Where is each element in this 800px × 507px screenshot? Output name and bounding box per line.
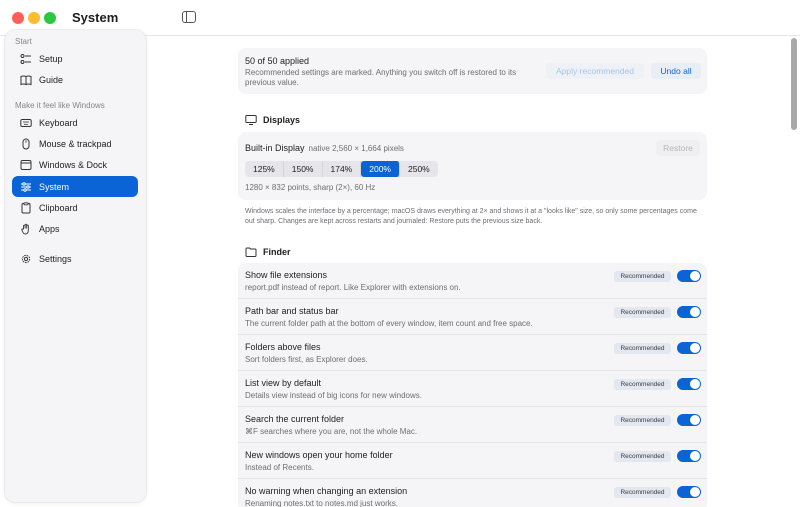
sidebar-item-label: Mouse & trackpad (39, 138, 112, 149)
sliders-icon (20, 181, 32, 193)
scrollbar-thumb[interactable] (791, 38, 797, 130)
sidebar-item-label: Setup (39, 53, 63, 64)
recommended-badge: Recommended (614, 379, 671, 390)
clipboard-icon (20, 201, 32, 214)
finder-heading: Finder (245, 246, 291, 258)
setting-toggle[interactable] (677, 270, 701, 282)
setting-description: The current folder path at the bottom of… (245, 319, 533, 328)
gear-icon (20, 253, 32, 265)
built-in-display-card: Built-in Display native 2,560 × 1,664 pix… (238, 132, 707, 200)
minimize-window-button[interactable] (28, 12, 40, 24)
sidebar-item-settings[interactable]: Settings (12, 248, 138, 269)
setting-description: report.pdf instead of report. Like Explo… (245, 283, 461, 292)
sidebar-item-label: Apps (39, 223, 60, 234)
applied-count: 50 of 50 applied (245, 56, 310, 66)
sidebar-item-mouse-trackpad[interactable]: Mouse & trackpad (12, 133, 138, 154)
setting-title: Show file extensions (245, 270, 328, 280)
setting-title: List view by default (245, 378, 322, 388)
setting-title: No warning when changing an extension (245, 486, 408, 496)
scaling-note: Windows scales the interface by a percen… (245, 208, 697, 225)
recommended-badge: Recommended (614, 415, 671, 426)
setting-row: No warning when changing an extension Re… (238, 479, 707, 507)
close-window-button[interactable] (12, 12, 24, 24)
setting-title: Folders above files (245, 342, 321, 352)
sidebar-item-guide[interactable]: Guide (12, 69, 138, 90)
display-info: 1280 × 832 points, sharp (2×), 60 Hz (245, 183, 376, 192)
scrollbar[interactable] (789, 36, 798, 507)
applied-summary-card: 50 of 50 applied Recommended settings ar… (238, 48, 707, 94)
sidebar-item-label: Clipboard (39, 202, 78, 213)
setting-row: Path bar and status bar The current fold… (238, 299, 707, 335)
sidebar-item-setup[interactable]: Setup (12, 48, 138, 69)
recommended-badge: Recommended (614, 271, 671, 282)
setting-toggle[interactable] (677, 306, 701, 318)
hand-icon (20, 223, 32, 235)
displays-heading-label: Displays (263, 115, 301, 125)
display-name-label: Built-in Display (245, 143, 305, 153)
displays-heading: Displays (245, 114, 300, 126)
sidebar-item-label: Keyboard (39, 117, 78, 128)
sidebar-item-label: System (39, 181, 70, 192)
sidebar-item-label: Guide (39, 74, 64, 85)
setting-description: Details view instead of big icons for ne… (245, 391, 422, 400)
scale-segmented-control: 125% 150% 174% 200% 250% (245, 161, 438, 177)
setting-title: Path bar and status bar (245, 306, 339, 316)
setting-toggle[interactable] (677, 486, 701, 498)
scale-option[interactable]: 174% (323, 161, 362, 177)
undo-all-button[interactable]: Undo all (651, 63, 701, 79)
setting-title: Search the current folder (245, 414, 345, 424)
window-icon (20, 159, 32, 171)
display-icon (245, 115, 257, 125)
zoom-window-button[interactable] (44, 12, 56, 24)
sidebar-section-windows: Make it feel like Windows (15, 101, 105, 110)
sidebar-item-windows-dock[interactable]: Windows & Dock (12, 154, 138, 175)
keyboard-icon (20, 117, 32, 129)
sidebar-item-apps[interactable]: Apps (12, 218, 138, 239)
finder-heading-label: Finder (263, 247, 291, 257)
window-title: System (72, 10, 119, 25)
setting-toggle[interactable] (677, 414, 701, 426)
display-name: Built-in Display native 2,560 × 1,664 pix… (245, 143, 404, 153)
scale-option[interactable]: 250% (400, 161, 438, 177)
display-native-resolution: native 2,560 × 1,664 pixels (308, 144, 404, 153)
recommended-badge: Recommended (614, 487, 671, 498)
book-icon (20, 74, 32, 86)
setting-description: Instead of Recents. (245, 463, 314, 472)
recommended-badge: Recommended (614, 451, 671, 462)
scale-option[interactable]: 150% (284, 161, 323, 177)
recommended-badge: Recommended (614, 307, 671, 318)
setting-row: List view by default Details view instea… (238, 371, 707, 407)
setting-description: Renaming notes.txt to notes.md just work… (245, 499, 398, 507)
restore-button[interactable]: Restore (656, 140, 700, 156)
sidebar: Start Setup Guide Make it feel like Wind… (5, 30, 146, 502)
folder-icon (245, 247, 257, 257)
setting-toggle[interactable] (677, 342, 701, 354)
scale-option-selected[interactable]: 200% (361, 161, 400, 177)
setting-toggle[interactable] (677, 450, 701, 462)
scale-option[interactable]: 125% (245, 161, 284, 177)
recommended-badge: Recommended (614, 343, 671, 354)
sidebar-item-keyboard[interactable]: Keyboard (12, 112, 138, 133)
setting-row: Show file extensions report.pdf instead … (238, 263, 707, 299)
setting-description: ⌘F searches where you are, not the whole… (245, 427, 418, 436)
applied-description: Recommended settings are marked. Anythin… (245, 68, 517, 87)
sidebar-section-start: Start (15, 37, 32, 46)
setup-icon (20, 53, 32, 65)
setting-row: Search the current folder ⌘F searches wh… (238, 407, 707, 443)
setting-description: Sort folders first, as Explorer does. (245, 355, 368, 364)
setting-title: New windows open your home folder (245, 450, 393, 460)
mouse-icon (20, 138, 32, 150)
setting-row: Folders above files Sort folders first, … (238, 335, 707, 371)
sidebar-item-label: Windows & Dock (39, 159, 108, 170)
sidebar-item-label: Settings (39, 253, 72, 264)
setting-row: New windows open your home folder Instea… (238, 443, 707, 479)
sidebar-item-clipboard[interactable]: Clipboard (12, 197, 138, 218)
setting-toggle[interactable] (677, 378, 701, 390)
apply-recommended-button[interactable]: Apply recommended (546, 63, 644, 79)
sidebar-item-system[interactable]: System (12, 176, 138, 197)
finder-settings-card: Show file extensions report.pdf instead … (238, 263, 707, 507)
sidebar-toggle-icon[interactable] (182, 11, 196, 23)
